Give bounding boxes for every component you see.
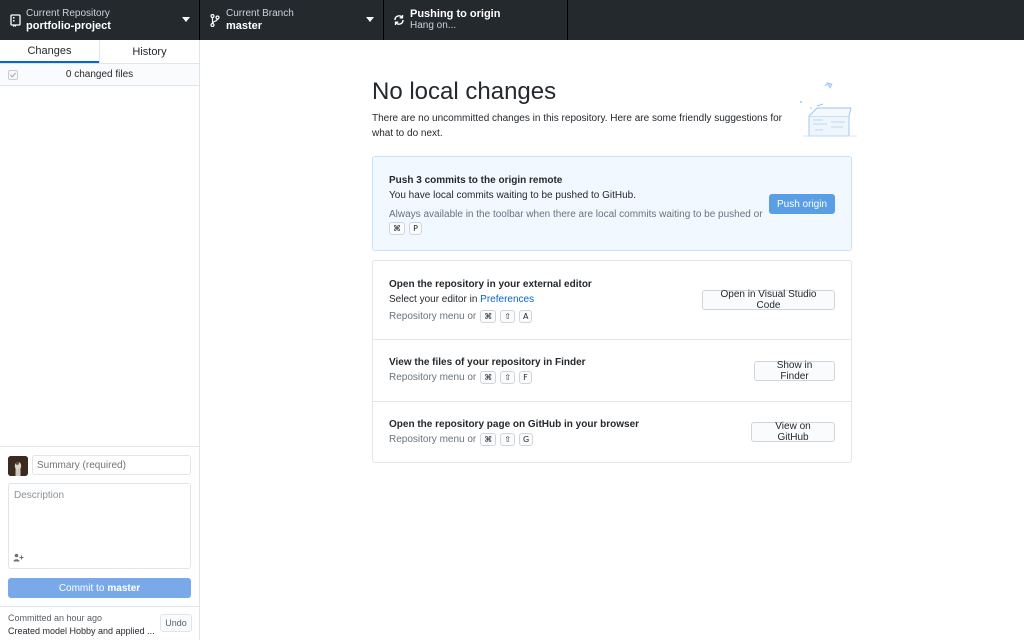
last-commit-panel: Committed an hour ago Created model Hobb…: [0, 606, 199, 640]
commit-button[interactable]: Commit to master: [8, 578, 191, 598]
p-key: P: [409, 222, 422, 235]
open-editor-description: Select your editor in Preferences: [389, 294, 534, 305]
command-key: ⌘: [480, 310, 497, 323]
suggestions-card: Open the repository in your external edi…: [372, 260, 852, 463]
avatar: [8, 456, 28, 476]
show-in-finder-button[interactable]: Show in Finder: [754, 360, 835, 382]
push-card-title: Push 3 commits to the origin remote: [389, 175, 563, 186]
changed-files-count: 0 changed files: [65, 69, 134, 80]
f-key: F: [518, 371, 532, 384]
push-card-hint: Always available in the toolbar when the…: [389, 209, 763, 220]
show-in-finder-shortcut: Repository menu or ⌘ ⇧ F: [389, 371, 532, 384]
repo-icon: [8, 13, 22, 27]
page-title: No local changes: [372, 78, 557, 105]
changes-header: 0 changed files: [0, 64, 199, 86]
chevron-down-icon: [366, 17, 374, 22]
push-status-title: Pushing to origin: [410, 8, 501, 20]
current-repository-dropdown[interactable]: Current Repository portfolio-project: [0, 0, 200, 40]
commit-button-branch: master: [107, 582, 141, 594]
push-origin-action-button[interactable]: Push origin: [769, 194, 835, 214]
suggestion-open-editor: Open the repository in your external edi…: [373, 261, 851, 340]
command-key: ⌘: [480, 433, 497, 446]
current-branch-dropdown[interactable]: Current Branch master: [200, 0, 384, 40]
push-shortcut: ⌘ P: [389, 222, 422, 235]
description-field[interactable]: Description: [8, 483, 191, 569]
sidebar: Changes History 0 changed files Descript…: [0, 40, 200, 640]
shift-key: ⇧: [500, 433, 515, 446]
sidebar-tabs: Changes History: [0, 40, 199, 64]
empty-state-illustration: [800, 82, 857, 137]
open-editor-title: Open the repository in your external edi…: [389, 279, 592, 290]
undo-button[interactable]: Undo: [160, 614, 192, 632]
preferences-link[interactable]: Preferences: [480, 294, 534, 305]
check-icon: [10, 72, 16, 78]
view-on-github-button[interactable]: View on GitHub: [751, 421, 835, 443]
menu-hint: Repository menu or: [389, 434, 477, 445]
branch-label: Current Branch: [226, 8, 294, 19]
tab-changes[interactable]: Changes: [0, 40, 99, 63]
open-editor-description-text: Select your editor in: [389, 294, 478, 305]
suggestion-view-on-github: Open the repository page on GitHub in yo…: [373, 402, 851, 463]
view-on-github-shortcut: Repository menu or ⌘ ⇧ G: [389, 433, 534, 446]
toolbar: Current Repository portfolio-project Cur…: [0, 0, 1024, 40]
description-placeholder: Description: [14, 490, 65, 501]
last-commit-time: Committed an hour ago: [8, 613, 103, 623]
command-key: ⌘: [480, 371, 497, 384]
commit-form: Description Commit tomaster: [0, 446, 199, 606]
view-on-github-title: Open the repository page on GitHub in yo…: [389, 419, 640, 430]
push-suggestion-card: Push 3 commits to the origin remote You …: [372, 156, 852, 251]
last-commit-message: Created model Hobby and applied ...: [8, 626, 155, 636]
add-coauthor-icon[interactable]: [13, 553, 24, 564]
repository-name: portfolio-project: [26, 20, 111, 32]
push-origin-button[interactable]: Pushing to origin Hang on...: [384, 0, 568, 40]
push-card-description: You have local commits waiting to be pus…: [389, 190, 636, 201]
select-all-checkbox[interactable]: [8, 70, 18, 80]
repository-label: Current Repository: [26, 8, 110, 19]
show-in-finder-title: View the files of your repository in Fin…: [389, 357, 586, 368]
a-key: A: [518, 310, 533, 323]
suggestion-show-in-finder: View the files of your repository in Fin…: [373, 340, 851, 402]
sync-icon: [392, 13, 406, 27]
menu-hint: Repository menu or: [389, 311, 477, 322]
intro-text: There are no uncommitted changes in this…: [372, 113, 783, 139]
tab-history[interactable]: History: [99, 40, 199, 63]
summary-input[interactable]: [32, 455, 191, 475]
shift-key: ⇧: [500, 371, 515, 384]
shift-key: ⇧: [500, 310, 515, 323]
open-editor-shortcut: Repository menu or ⌘ ⇧ A: [389, 310, 533, 323]
branch-name: master: [226, 20, 263, 32]
branch-icon: [208, 13, 222, 27]
menu-hint: Repository menu or: [389, 372, 477, 383]
commit-button-prefix: Commit to: [58, 582, 105, 594]
push-status-subtitle: Hang on...: [410, 20, 457, 31]
open-in-editor-button[interactable]: Open in Visual Studio Code: [702, 289, 835, 311]
main-content: No local changes There are no uncommitte…: [200, 40, 1024, 640]
chevron-down-icon: [182, 17, 190, 22]
command-key: ⌘: [389, 222, 405, 235]
g-key: G: [518, 433, 534, 446]
